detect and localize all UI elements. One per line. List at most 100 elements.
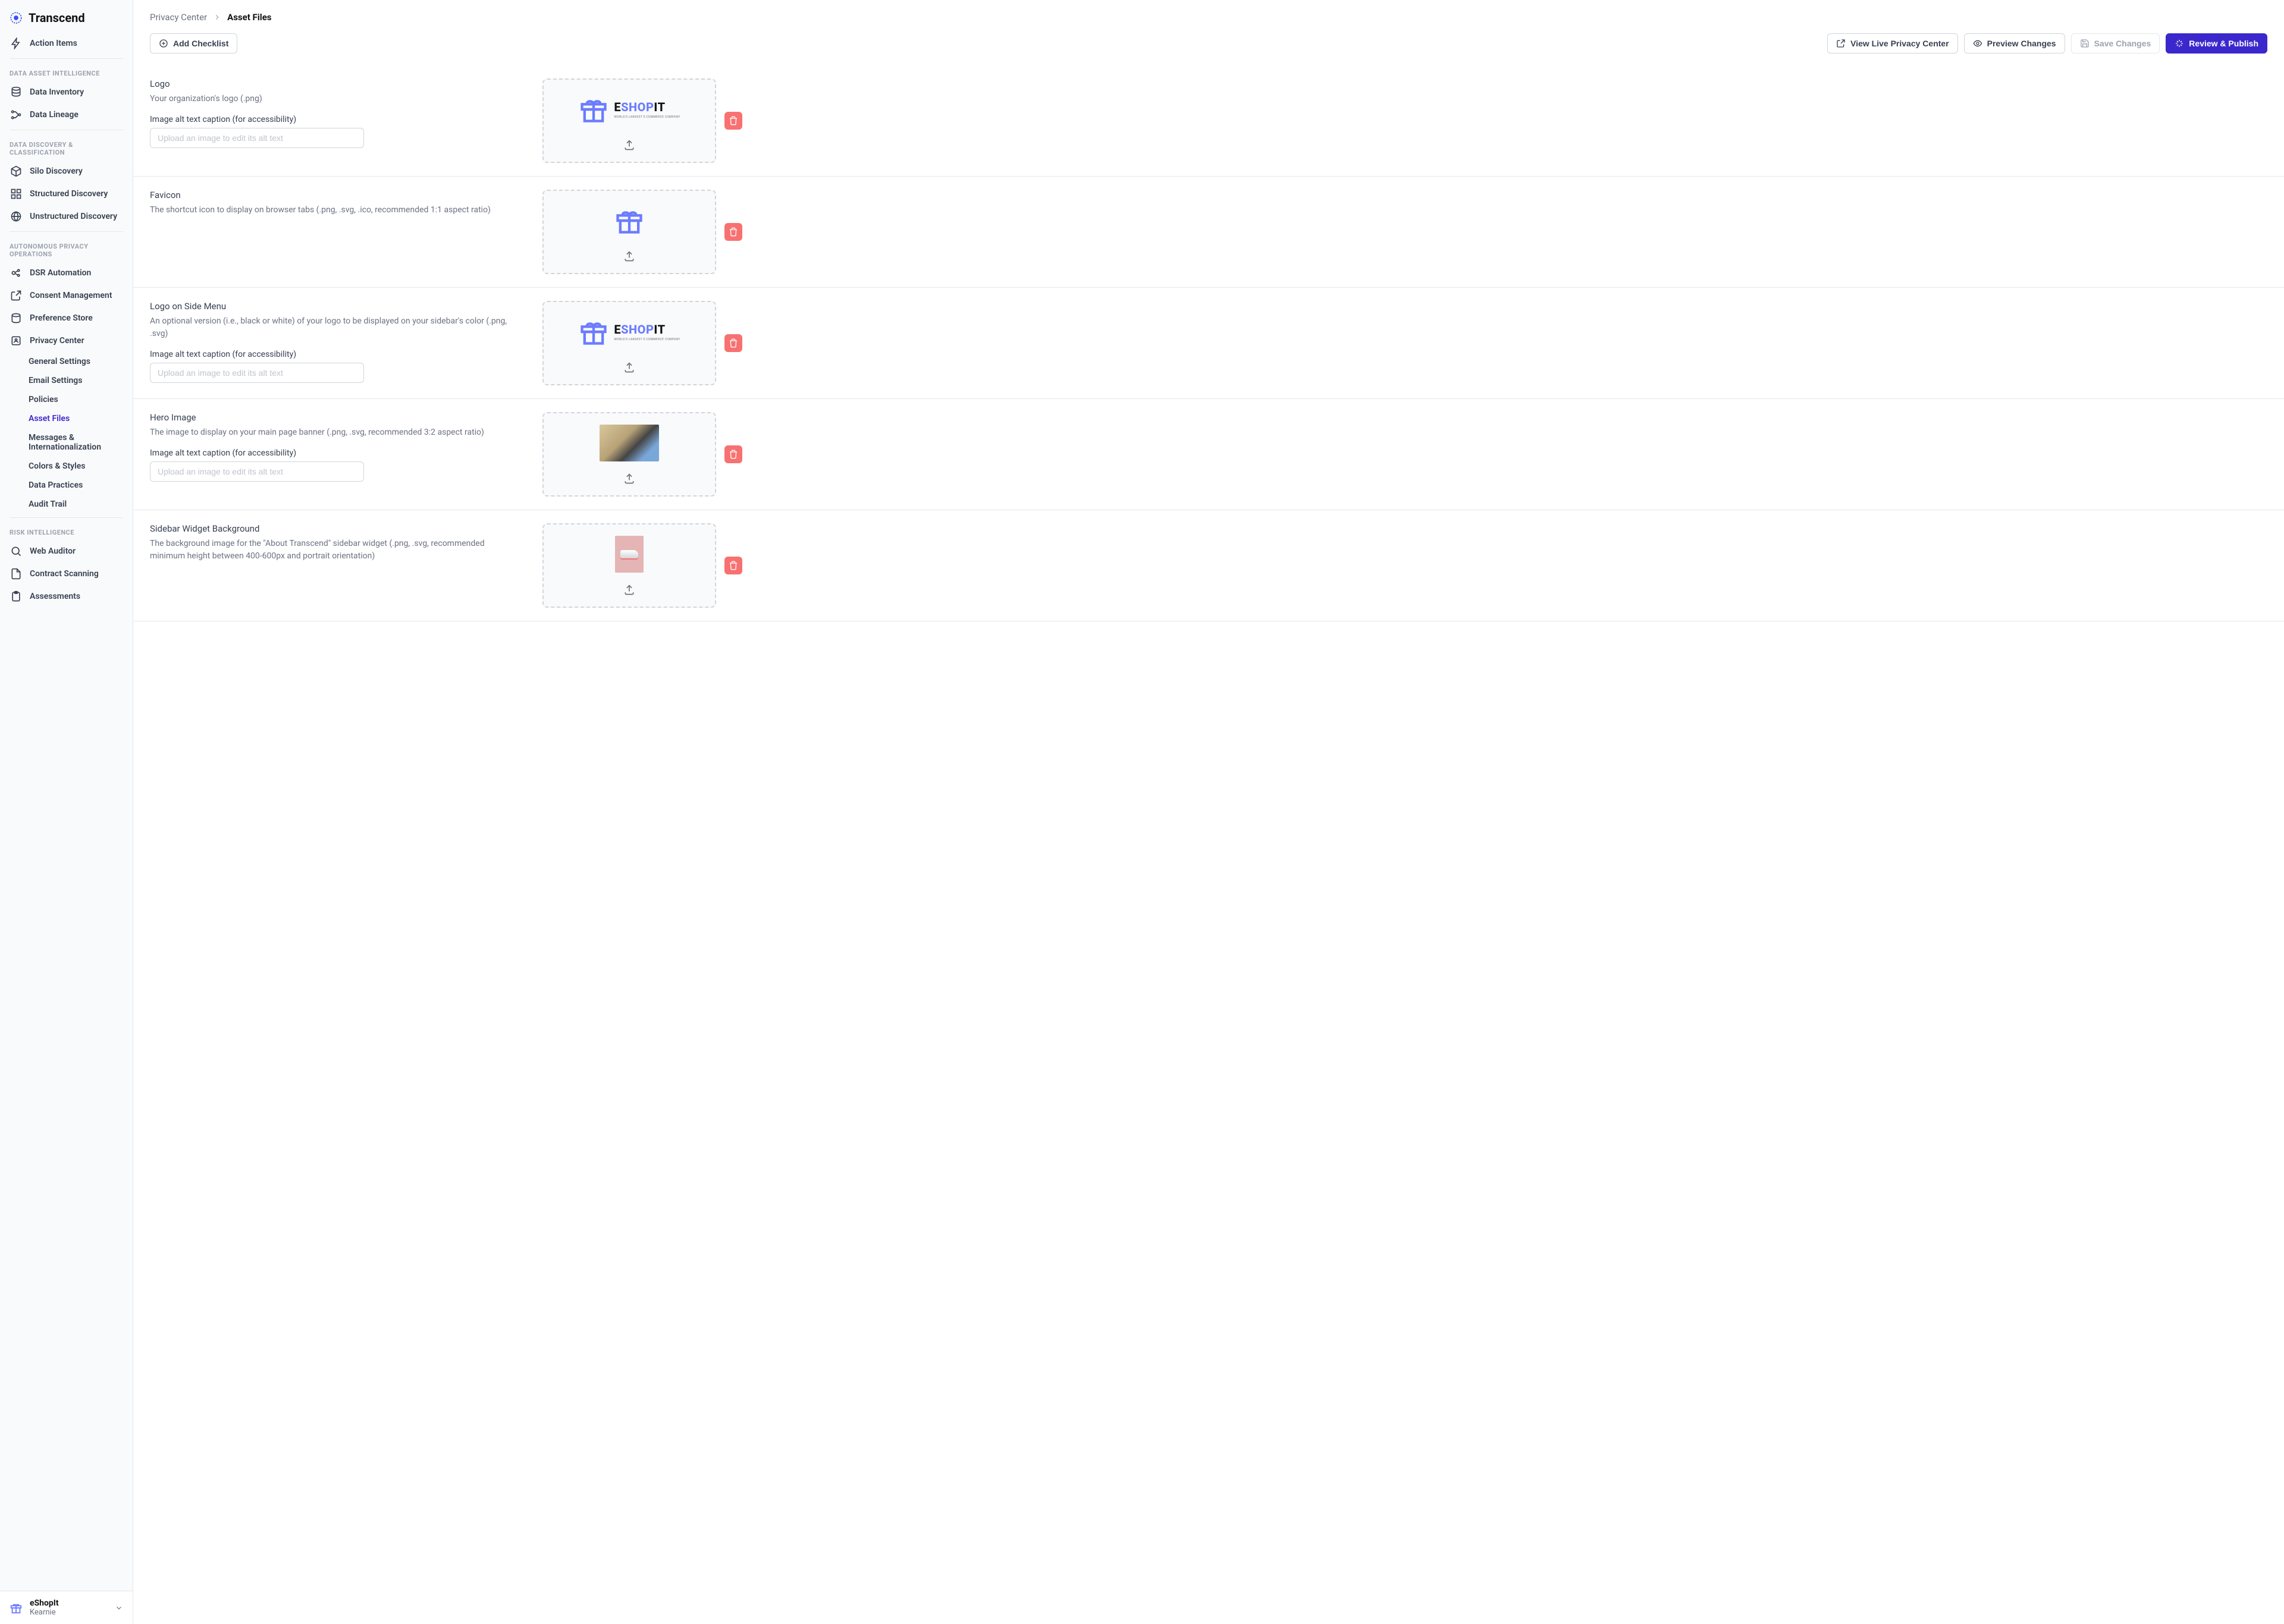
nav-label: Data Lineage — [30, 110, 79, 120]
brand-row: Transcend — [0, 0, 133, 32]
preview-changes-button[interactable]: Preview Changes — [1964, 33, 2065, 54]
automation-icon — [10, 266, 23, 279]
breadcrumb-current: Asset Files — [227, 12, 271, 23]
gift-icon — [10, 1601, 23, 1614]
uploader-dropzone[interactable] — [542, 523, 716, 608]
asset-description: Your organization's logo (.png) — [150, 93, 519, 105]
nav-unstructured-discovery[interactable]: Unstructured Discovery — [0, 205, 133, 228]
nav-label: Contract Scanning — [30, 569, 99, 579]
alt-text-input[interactable] — [150, 128, 364, 148]
nav-audit-trail[interactable]: Audit Trail — [0, 495, 133, 514]
alt-text-label: Image alt text caption (for accessibilit… — [150, 448, 519, 458]
nav-colors-styles[interactable]: Colors & Styles — [0, 457, 133, 476]
asset-section: Favicon The shortcut icon to display on … — [133, 177, 2284, 288]
nav-silo-discovery[interactable]: Silo Discovery — [0, 160, 133, 183]
nav-assessments[interactable]: Assessments — [0, 585, 133, 608]
button-label: Save Changes — [2094, 39, 2151, 48]
upload-icon — [623, 250, 635, 262]
sparkle-icon — [2175, 39, 2184, 48]
nav-label: Data Inventory — [30, 87, 84, 97]
nav-label: Preference Store — [30, 313, 93, 323]
button-label: View Live Privacy Center — [1850, 39, 1949, 48]
alt-text-label: Image alt text caption (for accessibilit… — [150, 115, 519, 124]
hero-preview — [600, 425, 659, 461]
trash-icon — [729, 561, 738, 570]
nav-label: DSR Automation — [30, 268, 91, 278]
nav-data-practices[interactable]: Data Practices — [0, 476, 133, 495]
nav-dsr-automation[interactable]: DSR Automation — [0, 262, 133, 284]
alt-text-input[interactable] — [150, 461, 364, 482]
nav-data-inventory[interactable]: Data Inventory — [0, 81, 133, 103]
consent-icon — [10, 289, 23, 302]
nav-web-auditor[interactable]: Web Auditor — [0, 540, 133, 563]
nav-privacy-center[interactable]: Privacy Center — [0, 329, 133, 352]
asset-title: Logo — [150, 78, 519, 89]
nav-label: Assessments — [30, 592, 80, 601]
delete-button[interactable] — [724, 334, 742, 352]
external-link-icon — [1836, 39, 1846, 48]
nav-consent-management[interactable]: Consent Management — [0, 284, 133, 307]
brand-name: Transcend — [29, 11, 85, 25]
uploader-dropzone[interactable] — [542, 412, 716, 497]
transcend-logo-icon — [10, 11, 23, 24]
nav-general-settings[interactable]: General Settings — [0, 352, 133, 371]
review-publish-button[interactable]: Review & Publish — [2166, 33, 2267, 54]
sidebar: Transcend Action Items DATA ASSET INTELL… — [0, 0, 133, 1624]
nav-label: Colors & Styles — [29, 461, 86, 471]
uploader-dropzone[interactable] — [542, 190, 716, 274]
asset-section: Hero Image The image to display on your … — [133, 399, 2284, 510]
nav-label: Action Items — [30, 39, 77, 48]
delete-button[interactable] — [724, 112, 742, 130]
button-label: Review & Publish — [2189, 39, 2258, 48]
upload-icon — [623, 473, 635, 485]
nav-label: Policies — [29, 395, 58, 404]
nav-messages-i18n[interactable]: Messages & Internationalization — [0, 428, 133, 457]
chevron-down-icon — [115, 1604, 123, 1612]
search-icon — [10, 545, 23, 558]
nav-asset-files[interactable]: Asset Files — [0, 409, 133, 428]
plus-circle-icon — [159, 39, 168, 48]
nav-label: Email Settings — [29, 376, 82, 385]
asset-section: Logo Your organization's logo (.png) Ima… — [133, 65, 2284, 177]
nav-action-items[interactable]: Action Items — [0, 32, 133, 55]
main-content: Privacy Center Asset Files Add Checklist… — [133, 0, 2284, 1624]
nav-label: Consent Management — [30, 291, 112, 300]
nav-label: Audit Trail — [29, 500, 67, 509]
privacy-icon — [10, 334, 23, 347]
user-name: Kearnie — [30, 1608, 108, 1617]
nav-label: Unstructured Discovery — [30, 212, 117, 221]
clipboard-icon — [10, 590, 23, 603]
nav-email-settings[interactable]: Email Settings — [0, 371, 133, 390]
brand-preview: ESHOPITWORLD'S LARGEST E-COMMERCE COMPAN… — [578, 94, 680, 125]
org-switcher[interactable]: eShopIt Kearnie — [0, 1591, 133, 1624]
delete-button[interactable] — [724, 445, 742, 463]
delete-button[interactable] — [724, 557, 742, 574]
upload-icon — [623, 362, 635, 373]
widget-preview — [615, 536, 644, 573]
nav-policies[interactable]: Policies — [0, 390, 133, 409]
nav-label: General Settings — [29, 357, 90, 366]
nav-contract-scanning[interactable]: Contract Scanning — [0, 563, 133, 585]
trash-icon — [729, 338, 738, 348]
section-risk-intel: RISK INTELLIGENCE — [0, 522, 133, 540]
grid-icon — [10, 187, 23, 200]
nav-preference-store[interactable]: Preference Store — [0, 307, 133, 329]
toolbar: Add Checklist View Live Privacy Center P… — [133, 27, 2284, 65]
nav-label: Structured Discovery — [30, 189, 108, 199]
alt-text-input[interactable] — [150, 363, 364, 383]
asset-title: Sidebar Widget Background — [150, 523, 519, 534]
asset-description: An optional version (i.e., black or whit… — [150, 315, 519, 340]
uploader-dropzone[interactable]: ESHOPITWORLD'S LARGEST E-COMMERCE COMPAN… — [542, 78, 716, 163]
eye-icon — [1973, 39, 1982, 48]
add-checklist-button[interactable]: Add Checklist — [150, 33, 237, 54]
view-live-button[interactable]: View Live Privacy Center — [1827, 33, 1958, 54]
section-autonomous-privacy: AUTONOMOUS PRIVACY OPERATIONS — [0, 235, 133, 262]
breadcrumb-parent[interactable]: Privacy Center — [150, 12, 207, 23]
asset-title: Hero Image — [150, 412, 519, 423]
nav-structured-discovery[interactable]: Structured Discovery — [0, 183, 133, 205]
asset-description: The shortcut icon to display on browser … — [150, 204, 519, 216]
cube-icon — [10, 165, 23, 178]
nav-data-lineage[interactable]: Data Lineage — [0, 103, 133, 126]
uploader-dropzone[interactable]: ESHOPITWORLD'S LARGEST E-COMMERCE COMPAN… — [542, 301, 716, 385]
delete-button[interactable] — [724, 223, 742, 241]
